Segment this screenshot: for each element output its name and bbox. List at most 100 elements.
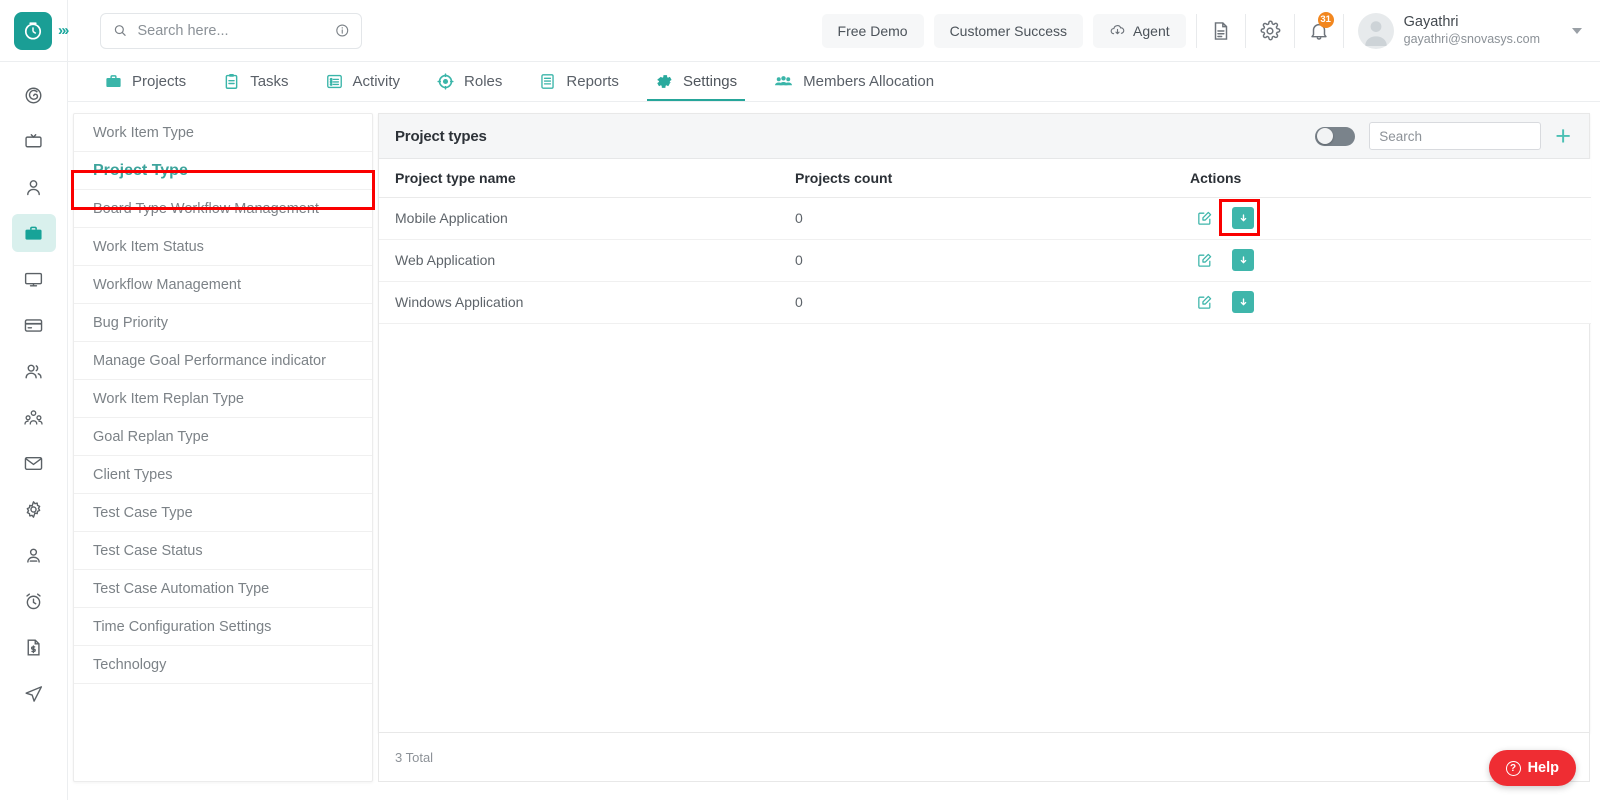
panel-search[interactable] — [1369, 122, 1542, 150]
settings-item-label: Test Case Type — [93, 504, 193, 521]
clipboard-icon — [225, 74, 238, 89]
two-people-icon — [25, 364, 42, 378]
panel-header: Project types + — [379, 114, 1589, 159]
spiral-icon — [25, 87, 42, 103]
settings-item-manage-goal-performance-indicator[interactable]: Manage Goal Performance indicator — [74, 342, 372, 380]
edit-pencil-icon[interactable] — [1196, 252, 1213, 269]
table-row: Web Application 0 — [379, 239, 1591, 282]
rail-item-account[interactable] — [12, 536, 56, 574]
paper-plane-icon — [25, 685, 43, 702]
customer-success-button[interactable]: Customer Success — [933, 13, 1084, 48]
rail-item-projects[interactable] — [11, 214, 56, 252]
tab-roles-label: Roles — [464, 73, 503, 90]
panel-search-input[interactable] — [1379, 123, 1532, 149]
edit-pencil-icon[interactable] — [1196, 294, 1213, 311]
settings-item-client-types[interactable]: Client Types — [74, 456, 372, 494]
settings-item-work-item-status[interactable]: Work Item Status — [74, 228, 372, 266]
settings-item-test-case-automation-type[interactable]: Test Case Automation Type — [74, 570, 372, 608]
rail-item-timer[interactable] — [12, 582, 56, 620]
alarm-clock-icon — [26, 592, 41, 609]
archive-download-icon[interactable] — [1232, 249, 1254, 271]
add-project-type-button[interactable]: + — [1555, 122, 1571, 150]
rail-item-monitor[interactable] — [12, 260, 56, 298]
tab-members-allocation[interactable]: Members Allocation — [755, 62, 952, 101]
credit-card-icon — [24, 318, 43, 332]
rail-item-invoice[interactable] — [12, 628, 56, 666]
rail-item-mail[interactable] — [12, 444, 56, 482]
rail-item-profile[interactable] — [12, 168, 56, 206]
chevron-down-icon[interactable] — [1572, 27, 1582, 34]
tab-settings-label: Settings — [682, 73, 738, 90]
rail-item-billing[interactable] — [12, 306, 56, 344]
gear-icon — [1260, 20, 1281, 40]
cloud-download-icon — [1110, 25, 1125, 35]
info-circle-icon[interactable] — [335, 22, 350, 39]
user-avatar-icon — [1364, 20, 1387, 46]
settings-item-work-item-type[interactable]: Work Item Type — [74, 114, 372, 152]
free-demo-button[interactable]: Free Demo — [821, 13, 924, 48]
edit-pencil-icon[interactable] — [1196, 210, 1213, 227]
settings-button[interactable] — [1246, 0, 1294, 62]
settings-item-goal-replan-type[interactable]: Goal Replan Type — [74, 418, 372, 456]
rail-item-send[interactable] — [12, 674, 56, 712]
briefcase-icon — [106, 75, 121, 88]
help-button[interactable]: ? Help — [1488, 750, 1576, 786]
rail-item-settings[interactable] — [12, 490, 56, 528]
settings-item-project-type[interactable]: Project Type — [74, 152, 372, 190]
page-title: Project types — [395, 127, 487, 145]
archive-download-icon[interactable] — [1232, 291, 1254, 313]
rail-item-board[interactable] — [12, 122, 56, 160]
app-logo[interactable] — [14, 11, 52, 50]
rail-item-team[interactable] — [12, 352, 56, 390]
table-header-row: Project type name Projects count Actions — [379, 159, 1591, 198]
settings-item-label: Work Item Status — [93, 238, 204, 255]
target-gear-icon — [437, 73, 454, 90]
document-button[interactable] — [1197, 0, 1245, 62]
global-search[interactable] — [100, 12, 362, 49]
user-menu[interactable]: Gayathri gayathri@snovasys.com — [1344, 12, 1586, 49]
settings-item-label: Board Type Workflow Management — [93, 200, 319, 217]
settings-item-workflow-management[interactable]: Workflow Management — [74, 266, 372, 304]
free-demo-label: Free Demo — [837, 22, 908, 39]
table-row: Windows Application 0 — [379, 281, 1591, 324]
help-label: Help — [1527, 760, 1559, 776]
settings-item-test-case-status[interactable]: Test Case Status — [74, 532, 372, 570]
tab-tasks[interactable]: Tasks — [204, 62, 306, 101]
monitor-icon — [24, 272, 43, 286]
tab-settings[interactable]: Settings — [637, 62, 755, 101]
chevron-double-right-icon[interactable]: »› — [58, 22, 69, 39]
archived-toggle[interactable] — [1315, 126, 1356, 146]
document-icon — [1214, 21, 1227, 40]
archive-download-icon[interactable] — [1232, 207, 1254, 229]
settings-item-technology[interactable]: Technology — [74, 646, 372, 684]
cell-actions — [1174, 239, 1591, 282]
tab-projects[interactable]: Projects — [86, 62, 204, 101]
agent-button[interactable]: Agent — [1093, 13, 1186, 48]
customer-success-label: Customer Success — [949, 22, 1068, 39]
tv-board-icon — [25, 133, 42, 147]
top-header: »› Free Demo Customer Success Agent — [0, 0, 1600, 62]
tab-reports-label: Reports — [566, 73, 619, 90]
briefcase-icon — [25, 226, 42, 240]
settings-item-board-type-workflow-management[interactable]: Board Type Workflow Management — [74, 190, 372, 228]
user-name: Gayathri — [1403, 14, 1459, 30]
settings-item-bug-priority[interactable]: Bug Priority — [74, 304, 372, 342]
invoice-icon — [27, 638, 40, 656]
total-count-label: 3 Total — [395, 749, 434, 765]
rail-item-dashboard[interactable] — [12, 76, 56, 114]
notifications-button[interactable]: 31 — [1295, 0, 1343, 62]
tab-activity[interactable]: Activity — [307, 62, 419, 101]
settings-item-label: Work Item Type — [93, 124, 194, 141]
search-input[interactable] — [137, 22, 325, 39]
settings-item-work-item-replan-type[interactable]: Work Item Replan Type — [74, 380, 372, 418]
tab-reports[interactable]: Reports — [520, 62, 637, 101]
settings-item-test-case-type[interactable]: Test Case Type — [74, 494, 372, 532]
settings-item-label: Client Types — [93, 466, 173, 483]
settings-item-time-configuration-settings[interactable]: Time Configuration Settings — [74, 608, 372, 646]
rail-item-organization[interactable] — [12, 398, 56, 436]
cell-actions — [1174, 281, 1591, 324]
main-nav: Projects Tasks Activity Roles Reports Se… — [68, 62, 1600, 102]
settings-item-label: Goal Replan Type — [93, 428, 209, 445]
header-actions: Free Demo Customer Success Agent 31 Gaya… — [821, 0, 1600, 62]
tab-roles[interactable]: Roles — [418, 62, 520, 101]
